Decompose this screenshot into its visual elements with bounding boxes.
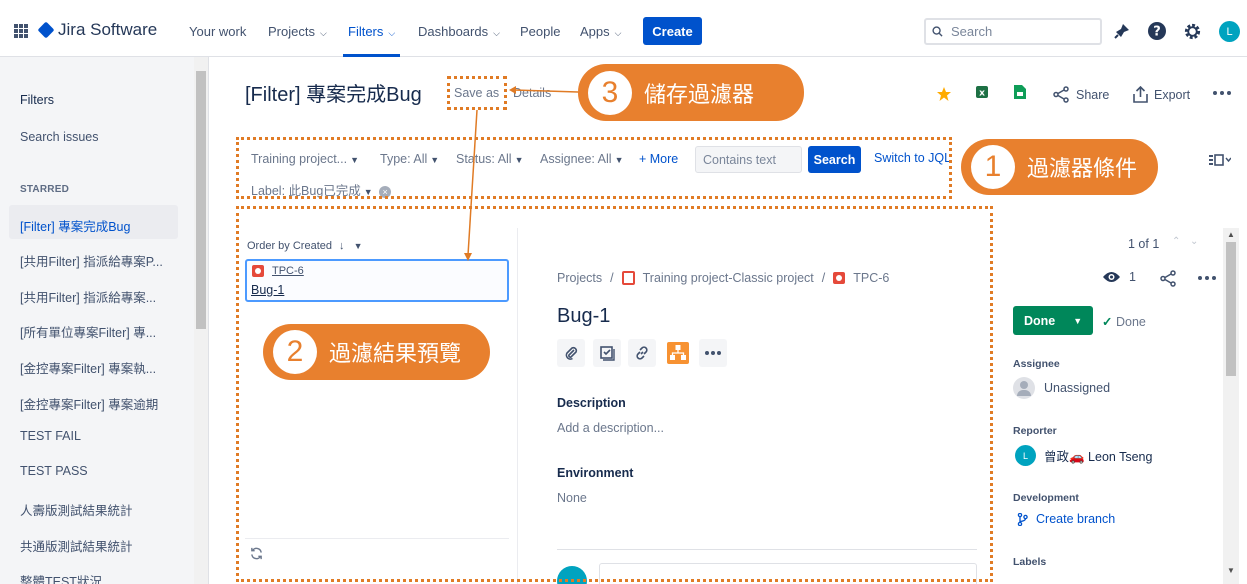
callout-filter-conditions: 1 過濾器條件 [961, 139, 1158, 195]
callout-save-filter: 3 儲存過濾器 [578, 64, 804, 121]
callout-results-preview: 2 過濾結果預覽 [263, 324, 490, 380]
